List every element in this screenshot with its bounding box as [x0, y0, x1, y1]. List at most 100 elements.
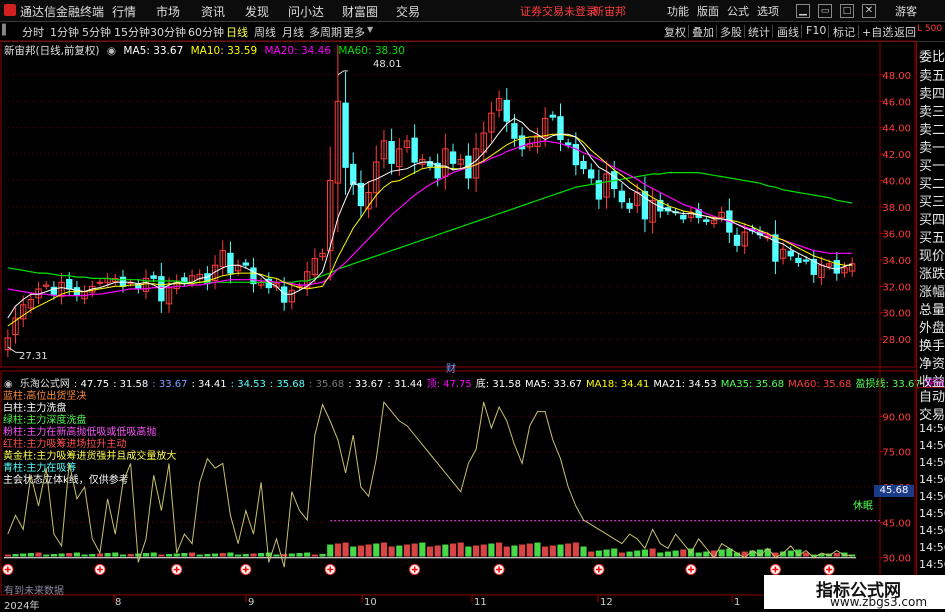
- quote-side-panel: 委比 卖五 卖四 卖三 卖二 卖一 买一 买二 买三 买四 买五 现价 涨跌 涨…: [916, 42, 945, 609]
- btn-f10[interactable]: F10: [806, 24, 826, 37]
- sub-indicator-bar: [235, 554, 242, 557]
- maximize-icon[interactable]: □: [840, 4, 854, 18]
- btn-huaxian[interactable]: 画线: [777, 24, 799, 40]
- kline-chart[interactable]: 28.00 30.00 32.00 34.00 36.00 38.00 40.00 42.00…: [0, 0, 945, 609]
- period-1min[interactable]: 1分钟: [50, 24, 79, 40]
- menu-item-gongshi[interactable]: 公式: [727, 3, 749, 19]
- candle-body: [672, 211, 679, 214]
- period-monthly[interactable]: 月线: [282, 24, 304, 40]
- period-weekly[interactable]: 周线: [254, 24, 276, 40]
- candle-body: [234, 264, 242, 272]
- main-legend: 新宙邦(日线,前复权) ◉ MA5: 33.67 MA10: 33.59 MA2…: [4, 43, 409, 58]
- main-scale-badge[interactable]: L 500: [917, 25, 942, 34]
- sub-val-ma18: MA18: 34.41: [586, 379, 650, 390]
- future-data-note: 有到未来数据: [4, 586, 64, 597]
- buy-signal-icon: [493, 564, 505, 575]
- candle-body: [457, 158, 464, 165]
- sub-val-8: : 31.44: [387, 379, 423, 390]
- menu-item-wenxiaoda[interactable]: 问小达: [288, 3, 324, 20]
- candle-body: [557, 116, 564, 141]
- candle-body: [211, 264, 219, 282]
- sub-indicator-bar: [695, 552, 702, 557]
- main-y-tick-label: 30.00: [882, 309, 911, 320]
- rp-trade[interactable]: 交易: [919, 404, 945, 423]
- max-pointer: [337, 70, 348, 76]
- btn-diejia[interactable]: 叠加: [692, 24, 714, 40]
- rp-auto[interactable]: 自动: [919, 386, 945, 405]
- buy-signal-icon: [171, 564, 183, 575]
- sub-indicator-bar: [327, 544, 334, 557]
- period-more[interactable]: 更多: [343, 24, 365, 40]
- menu-item-jiaoyi[interactable]: 交易: [396, 3, 420, 20]
- sub-indicator-bar: [27, 553, 34, 557]
- buy-signal-icon: [685, 564, 697, 575]
- sub-indicator-bar: [212, 553, 219, 557]
- ma60-value: MA60: 38.30: [338, 45, 405, 57]
- more-chevron-icon[interactable]: ▼: [367, 25, 373, 34]
- menu-item-gongneng[interactable]: 功能: [667, 3, 689, 19]
- period-5min[interactable]: 5分钟: [82, 24, 111, 40]
- candle-body: [595, 180, 603, 200]
- candle-body: [733, 234, 741, 246]
- btn-tongji[interactable]: 统计: [748, 24, 770, 40]
- candle-body: [749, 228, 756, 232]
- sub-indicator-bar: [733, 552, 741, 557]
- sub-indicator-bar: [419, 542, 426, 557]
- stock-link[interactable]: 新宙邦: [593, 3, 626, 19]
- menu-item-xuanxiang[interactable]: 选项: [757, 3, 779, 19]
- period-15min[interactable]: 15分钟: [114, 24, 150, 40]
- period-60min[interactable]: 60分钟: [188, 24, 224, 40]
- rp-sell1: 卖一: [919, 141, 945, 156]
- minimize-icon[interactable]: ▁: [796, 4, 810, 18]
- candle-body: [35, 288, 42, 299]
- candle-body: [825, 263, 833, 267]
- btn-duogu[interactable]: 多股: [720, 24, 742, 40]
- period-fenshi[interactable]: 分时: [22, 24, 44, 40]
- sub-indicator-bar: [188, 552, 196, 557]
- sub-badge: 45.68: [874, 485, 914, 497]
- candle-body: [188, 275, 196, 283]
- sub-val-ma60: MA60: 35.68: [788, 379, 852, 390]
- period-daily[interactable]: 日线: [226, 24, 248, 40]
- btn-back[interactable]: 返回: [894, 24, 916, 40]
- menu-item-caifuquan[interactable]: 财富圈: [342, 3, 378, 20]
- sidebar-toggle-icon[interactable]: ▌: [2, 25, 10, 36]
- candle-body: [802, 259, 810, 262]
- rp-time-3: 14:56: [919, 456, 945, 469]
- sub-indicator-bar: [664, 551, 672, 557]
- candle-body: [334, 100, 342, 184]
- menu-item-banmian[interactable]: 版面: [697, 3, 719, 19]
- btn-biaoji[interactable]: 标记: [833, 24, 855, 40]
- menu-item-faxian[interactable]: 发现: [245, 3, 269, 20]
- menu-item-hangqing[interactable]: 行情: [112, 3, 136, 20]
- main-y-tick-label: 40.00: [882, 177, 911, 188]
- close-icon[interactable]: ✕: [862, 4, 876, 18]
- sub-settings-icon[interactable]: ◉: [4, 379, 13, 390]
- period-30min[interactable]: 30分钟: [150, 24, 186, 40]
- menu-item-zixun[interactable]: 资讯: [201, 3, 225, 20]
- candle-body: [779, 248, 787, 259]
- sub-indicator-bar: [288, 553, 295, 557]
- period-multi[interactable]: 多周期: [309, 24, 342, 40]
- restore-icon[interactable]: ▭: [818, 4, 832, 18]
- sub-indicator-bar: [12, 554, 19, 557]
- sub-indicator-bar: [89, 554, 96, 557]
- guest-label[interactable]: 游客: [895, 3, 917, 19]
- candle-body: [641, 191, 649, 220]
- sub-val-top: 顶: 47.75: [426, 379, 472, 390]
- candle-body: [741, 231, 748, 247]
- login-notice[interactable]: 证券交易未登录: [520, 3, 597, 19]
- buy-signal-icon: [94, 564, 106, 575]
- menu-item-shichang[interactable]: 市场: [156, 3, 180, 20]
- sub-indicator-bar: [496, 542, 503, 557]
- candle-body: [442, 148, 449, 177]
- candle-body: [680, 214, 687, 220]
- candle-body: [350, 163, 357, 186]
- btn-fuquan[interactable]: 复权: [664, 24, 686, 40]
- candle-body: [158, 276, 165, 302]
- btn-add-watchlist[interactable]: +自选: [862, 24, 893, 40]
- rp-buy1: 买一: [919, 159, 945, 174]
- main-settings-icon[interactable]: ◉: [107, 45, 116, 57]
- cai-marker[interactable]: 财: [446, 360, 456, 375]
- candle-body: [250, 267, 257, 285]
